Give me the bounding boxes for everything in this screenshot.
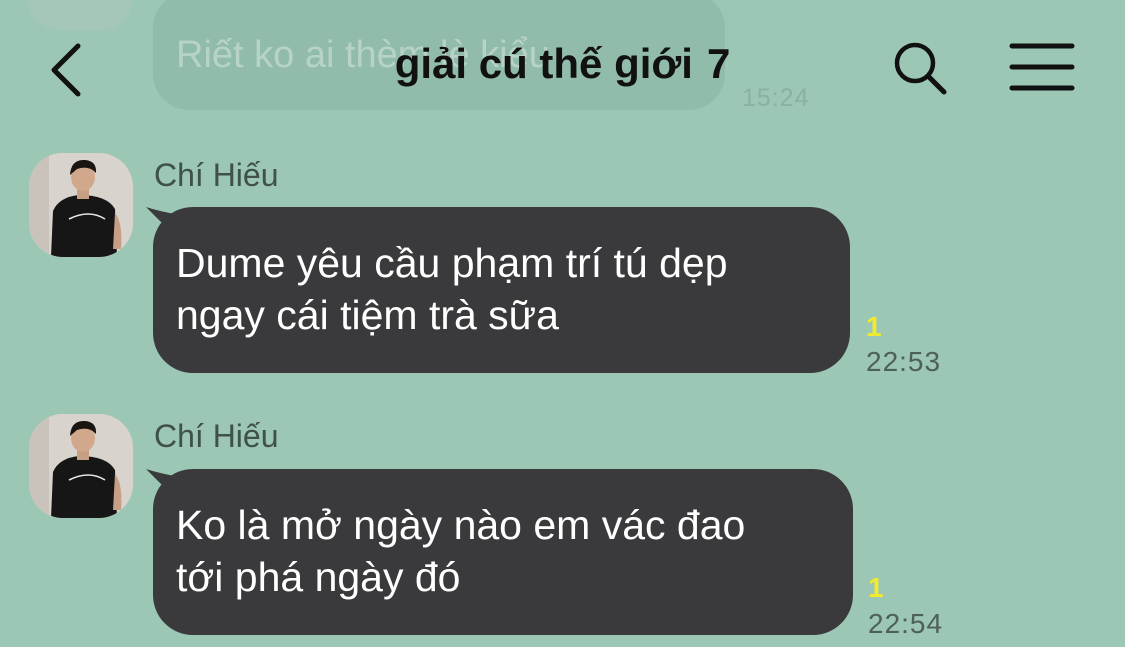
message-text-line: Dume yêu cầu phạm trí tú dẹp — [176, 240, 728, 286]
message-time: 22:53 — [866, 346, 942, 377]
message-time: 22:54 — [868, 608, 944, 639]
chat-header: giải cú thế giới 7 — [0, 0, 1125, 136]
read-count: 1 — [868, 572, 884, 603]
message-text-line: ngay cái tiệm trà sữa — [176, 292, 559, 338]
member-count: 7 — [706, 40, 731, 87]
profile-photo-icon — [29, 153, 133, 257]
menu-button[interactable] — [1008, 40, 1076, 96]
sender-name: Chí Hiếu — [154, 157, 279, 193]
profile-photo-icon — [29, 414, 133, 518]
chat-title: giải cú thế giới 7 — [0, 40, 1125, 88]
message-text-line: Ko là mở ngày nào em vác đao — [176, 502, 746, 548]
sender-name: Chí Hiếu — [154, 418, 279, 454]
avatar[interactable] — [29, 414, 133, 518]
read-count: 1 — [866, 311, 882, 342]
avatar[interactable] — [29, 153, 133, 257]
message-bubble[interactable]: Dume yêu cầu phạm trí tú dẹp ngay cái ti… — [153, 207, 850, 373]
search-button[interactable] — [890, 38, 950, 98]
group-name: giải cú thế giới — [394, 40, 693, 87]
message-bubble[interactable]: Ko là mở ngày nào em vác đao tới phá ngà… — [153, 469, 853, 635]
message-text-line: tới phá ngày đó — [176, 554, 461, 600]
hamburger-menu-icon — [1009, 43, 1075, 91]
search-icon — [894, 42, 947, 95]
